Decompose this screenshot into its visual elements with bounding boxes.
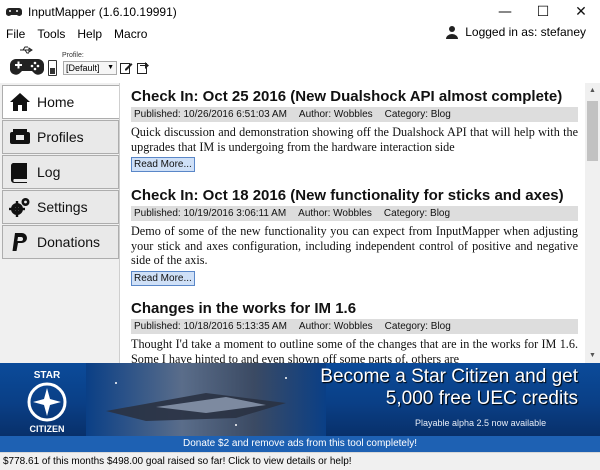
settings-icon — [9, 198, 30, 217]
post-category: Category: Blog — [384, 109, 451, 120]
profile-select[interactable]: [Default] ▼ — [63, 61, 117, 75]
post-author: Author: Wobbles — [298, 109, 373, 120]
post-meta: Published: 10/26/2016 6:51:03 AM Author:… — [131, 107, 578, 122]
post-title[interactable]: Check In: Oct 25 2016 (New Dualshock API… — [131, 88, 578, 105]
post-published: Published: 10/26/2016 6:51:03 AM — [134, 109, 287, 120]
scroll-down-icon[interactable]: ▼ — [585, 348, 600, 363]
read-more-button[interactable]: Read More... — [131, 270, 195, 286]
donation-status-bar[interactable]: $778.61 of this months $498.00 goal rais… — [0, 452, 600, 470]
remove-ads-link[interactable]: Donate $2 and remove ads from this tool … — [0, 436, 600, 452]
svg-text:STAR: STAR — [34, 370, 61, 381]
profile-select-value: [Default] — [66, 63, 100, 73]
sidebar-item-label: Log — [37, 164, 61, 180]
scroll-up-icon[interactable]: ▲ — [585, 83, 600, 98]
sidebar-item-label: Home — [37, 94, 75, 110]
sidebar-item-label: Donations — [37, 234, 101, 250]
post-body: Quick discussion and demonstration showi… — [131, 125, 578, 154]
star-citizen-logo: STAR CITIZEN — [27, 370, 67, 434]
news-feed: Check In: Oct 25 2016 (New Dualshock API… — [120, 83, 585, 363]
maximize-button[interactable]: ☐ — [524, 0, 562, 24]
post-title[interactable]: Check In: Oct 18 2016 (New functionality… — [131, 187, 578, 204]
log-icon — [10, 163, 28, 183]
battery-icon — [48, 60, 57, 76]
sidebar-item-log[interactable]: Log — [2, 155, 119, 189]
profiles-icon — [10, 129, 30, 144]
news-post: Check In: Oct 18 2016 (New functionality… — [131, 187, 578, 286]
read-more-button[interactable]: Read More... — [131, 157, 195, 172]
post-body: Thought I'd take a moment to outline som… — [131, 337, 578, 363]
vertical-scrollbar[interactable]: ▲ ▼ — [585, 83, 600, 363]
svg-text:CITIZEN: CITIZEN — [30, 424, 65, 434]
sidebar: Home Profiles Log Settings Donations — [0, 83, 120, 363]
menu-help[interactable]: Help — [71, 27, 108, 41]
menu-bar: File Tools Help Macro Logged in as: stef… — [0, 24, 600, 44]
post-published: Published: 10/18/2016 5:13:35 AM — [134, 321, 287, 332]
post-meta: Published: 10/18/2016 5:13:35 AM Author:… — [131, 319, 578, 334]
sidebar-item-label: Profiles — [37, 129, 84, 145]
post-body: Demo of some of the new functionality yo… — [131, 224, 578, 267]
sidebar-item-label: Settings — [37, 199, 88, 215]
menu-macro[interactable]: Macro — [108, 27, 153, 41]
scrollbar-thumb[interactable] — [587, 101, 598, 161]
user-icon — [446, 26, 459, 39]
edit-profile-icon[interactable] — [120, 61, 133, 74]
minimize-button[interactable]: — — [486, 0, 524, 24]
post-meta: Published: 10/19/2016 3:06:11 AM Author:… — [131, 206, 578, 221]
window-controls: — ☐ ✕ — [486, 0, 600, 24]
ad-headline-line2: 5,000 free UEC credits — [385, 388, 578, 409]
sidebar-item-home[interactable]: Home — [2, 85, 119, 119]
post-published: Published: 10/19/2016 3:06:11 AM — [134, 208, 287, 219]
post-category: Category: Blog — [383, 208, 451, 219]
menu-tools[interactable]: Tools — [31, 27, 71, 41]
profile-label: Profile: — [62, 52, 84, 59]
title-bar: InputMapper (1.6.10.19991) — ☐ ✕ — [0, 0, 600, 24]
home-icon — [10, 93, 30, 111]
ad-headline-line1: Become a Star Citizen and get — [320, 366, 578, 387]
ad-subtext: Playable alpha 2.5 now available — [415, 418, 547, 428]
usb-icon — [20, 46, 33, 54]
sidebar-item-profiles[interactable]: Profiles — [2, 120, 119, 154]
chevron-down-icon: ▼ — [107, 64, 114, 71]
login-status[interactable]: Logged in as: stefaney — [445, 25, 586, 39]
sidebar-item-settings[interactable]: Settings — [2, 190, 119, 224]
sidebar-item-donations[interactable]: Donations — [2, 225, 119, 259]
window-title: InputMapper (1.6.10.19991) — [28, 5, 177, 19]
close-button[interactable]: ✕ — [562, 0, 600, 24]
news-post: Check In: Oct 25 2016 (New Dualshock API… — [131, 88, 578, 172]
ad-spaceship-image — [86, 363, 326, 436]
controller-icon[interactable] — [10, 56, 44, 78]
paypal-icon — [12, 233, 27, 251]
news-post: Changes in the works for IM 1.6 Publishe… — [131, 300, 578, 363]
app-gamepad-icon — [6, 8, 22, 16]
post-author: Author: Wobbles — [298, 321, 373, 332]
login-text: Logged in as: stefaney — [465, 25, 586, 39]
menu-file[interactable]: File — [0, 27, 31, 41]
post-category: Category: Blog — [384, 321, 451, 332]
export-profile-icon[interactable] — [137, 61, 150, 74]
post-title[interactable]: Changes in the works for IM 1.6 — [131, 300, 578, 317]
post-author: Author: Wobbles — [298, 208, 372, 219]
